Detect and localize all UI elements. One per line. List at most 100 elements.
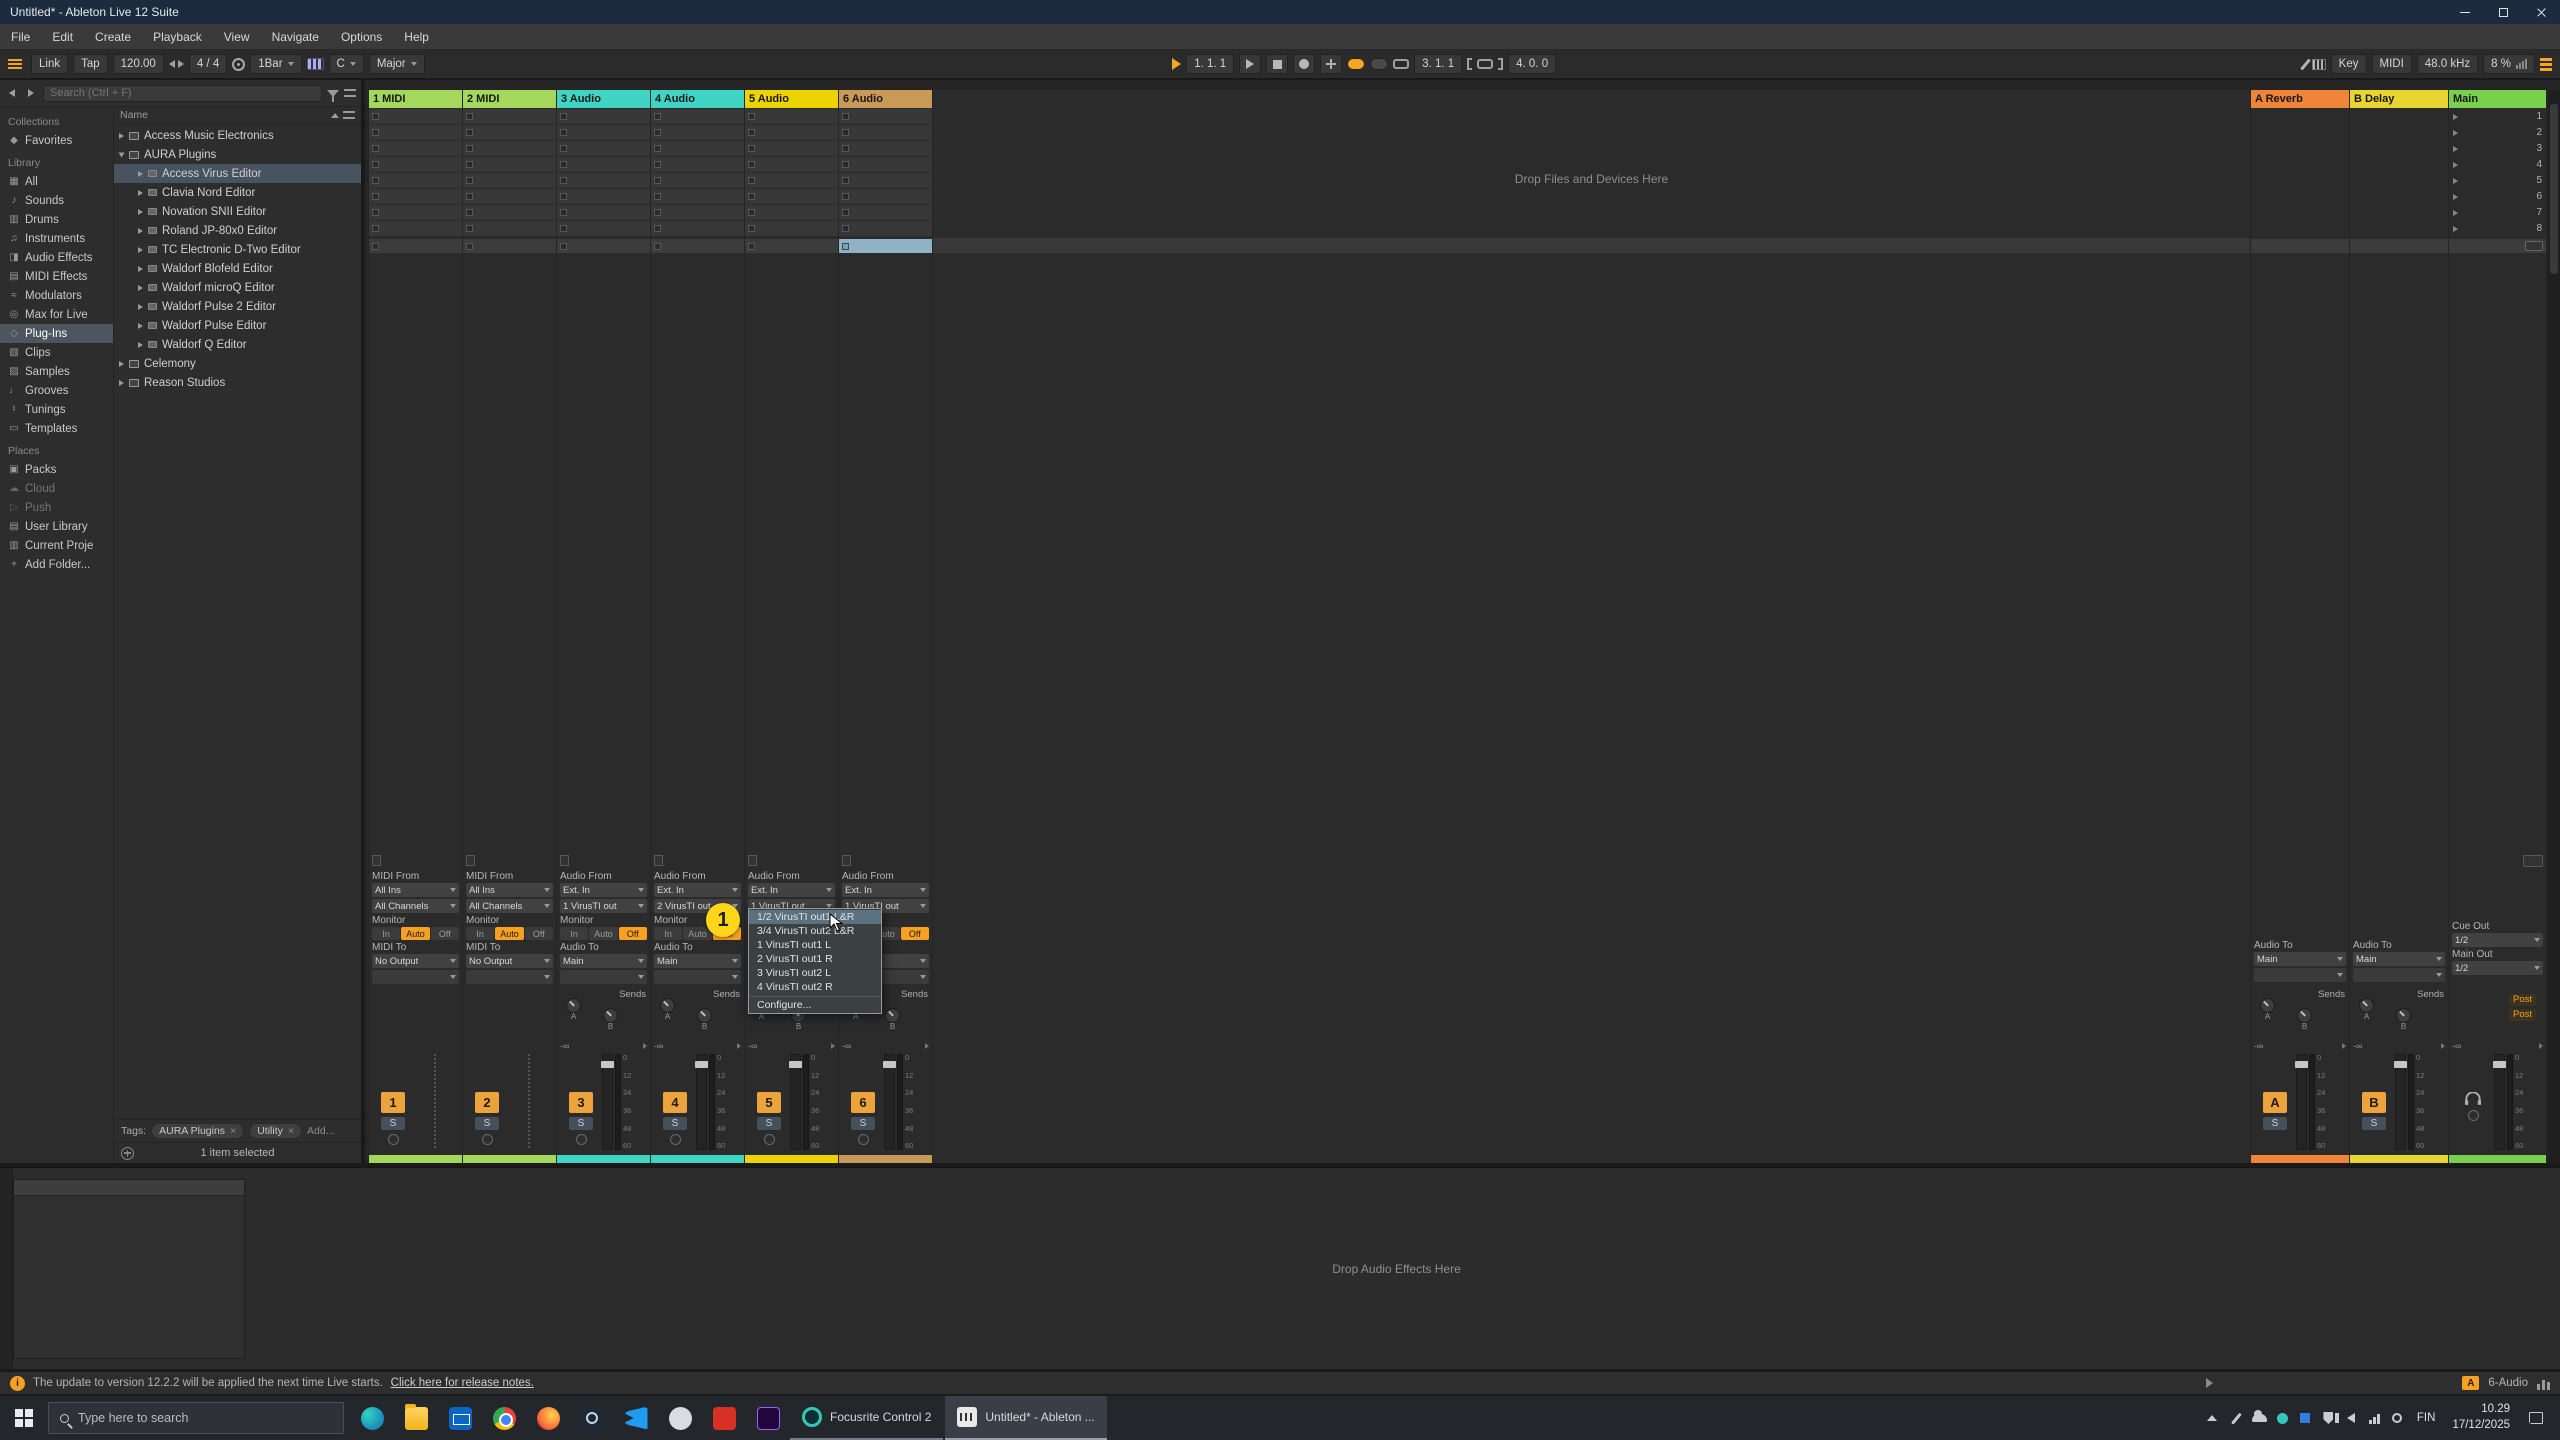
monitor-auto-button[interactable]: Auto [683, 927, 711, 940]
device-view-selector-rail[interactable] [0, 1168, 13, 1369]
send-a-post-toggle[interactable]: Post [2509, 994, 2536, 1006]
send-a-knob[interactable] [2260, 998, 2275, 1013]
scene-play-icon[interactable] [2453, 146, 2458, 152]
clip-slot[interactable] [651, 125, 744, 140]
tree-item[interactable]: Access Virus Editor [114, 164, 361, 183]
sidebar-item-library[interactable]: ◇ Plug-Ins [0, 324, 113, 343]
arrangement-position-field[interactable]: 1. 1. 1 [1186, 54, 1234, 74]
menu-item[interactable]: Options [330, 24, 393, 49]
selected-scene-slot[interactable] [463, 239, 556, 253]
expand-triangle-icon[interactable] [138, 209, 143, 215]
clip-slot[interactable] [369, 221, 462, 236]
selected-scene-slot[interactable] [557, 239, 650, 253]
browser-back-button[interactable] [5, 85, 19, 101]
track-activator-button[interactable]: 5 [757, 1092, 781, 1113]
return-track-header[interactable]: B Delay [2350, 90, 2448, 108]
fader-handle[interactable] [601, 1061, 614, 1068]
sidebar-item-library[interactable]: ♫ Instruments [0, 229, 113, 248]
track-activator-button[interactable]: 6 [851, 1092, 875, 1113]
scene-row[interactable]: 7 [2449, 205, 2546, 220]
sidebar-item-library[interactable]: ▦ All [0, 172, 113, 191]
send-b-post-toggle[interactable]: Post [2509, 1009, 2536, 1021]
monitor-off-button[interactable]: Off [901, 927, 929, 940]
volume-tray-icon[interactable] [2340, 1396, 2363, 1440]
menu-item[interactable]: Create [84, 24, 142, 49]
sidebar-item-collection[interactable]: ◆ Favorites [0, 131, 113, 150]
stop-all-clips-button[interactable] [2525, 241, 2543, 251]
arm-button[interactable] [858, 1134, 869, 1145]
clip-slot[interactable] [463, 221, 556, 236]
menu-item[interactable]: Playback [142, 24, 213, 49]
remove-tag-icon[interactable]: × [288, 1125, 294, 1137]
menu-item[interactable]: Navigate [261, 24, 330, 49]
expand-triangle-icon[interactable] [138, 304, 143, 310]
metronome-icon[interactable] [232, 58, 245, 71]
scene-play-icon[interactable] [2453, 114, 2458, 120]
expand-triangle-icon[interactable] [138, 171, 143, 177]
output-type-chooser[interactable]: Main [2254, 952, 2346, 966]
track-header[interactable]: 3 Audio [557, 90, 650, 108]
output-type-chooser[interactable]: No Output [466, 954, 553, 968]
menu-option[interactable]: 3 VirusTI out2 L [749, 966, 881, 980]
clock[interactable]: 10.29 17/12/2025 [2443, 1402, 2519, 1433]
volume-fader[interactable] [790, 1054, 801, 1150]
automation-arm-button[interactable] [1370, 58, 1388, 70]
tree-item[interactable]: Waldorf Q Editor [114, 335, 361, 354]
volume-fader[interactable] [884, 1054, 895, 1150]
main-volume-fader[interactable] [2494, 1054, 2505, 1150]
expand-triangle-icon[interactable] [119, 133, 124, 139]
file-explorer-icon[interactable] [394, 1396, 438, 1440]
fader-handle[interactable] [789, 1061, 802, 1068]
sidebar-item-library[interactable]: ♪ Sounds [0, 191, 113, 210]
scene-play-icon[interactable] [2453, 162, 2458, 168]
scene-play-icon[interactable] [2453, 210, 2458, 216]
send-a-knob[interactable] [660, 998, 675, 1013]
clip-slot[interactable] [745, 109, 838, 124]
fader-handle[interactable] [2394, 1061, 2407, 1068]
clip-slot[interactable] [369, 109, 462, 124]
clip-slot[interactable] [463, 125, 556, 140]
solo-button[interactable]: S [569, 1117, 593, 1130]
output-type-chooser[interactable]: Main [654, 954, 741, 968]
fader-handle[interactable] [2493, 1061, 2506, 1068]
menu-option[interactable]: 1/2 VirusTI out1 L&R [749, 910, 881, 924]
sidebar-item-library[interactable]: ▥ Drums [0, 210, 113, 229]
play-button[interactable] [1239, 54, 1261, 74]
scene-row[interactable]: 8 [2449, 221, 2546, 236]
tempo-field[interactable]: 120.00 [113, 54, 164, 74]
solo-button[interactable]: S [381, 1117, 405, 1130]
scene-row[interactable]: 5 [2449, 173, 2546, 188]
fader-handle[interactable] [2295, 1061, 2308, 1068]
cue-out-chooser[interactable]: 1/2 [2452, 933, 2543, 947]
menu-option[interactable]: 2 VirusTI out1 R [749, 952, 881, 966]
return-track-header[interactable]: A Reverb [2251, 90, 2349, 108]
language-indicator[interactable]: FIN [2409, 1412, 2444, 1424]
scrollbar-thumb[interactable] [2550, 104, 2558, 274]
sidebar-item-library[interactable]: ▭ Templates [0, 419, 113, 438]
volume-fader[interactable] [696, 1054, 707, 1150]
loop-brackets-icon[interactable] [1477, 59, 1493, 69]
expand-triangle-icon[interactable] [119, 380, 124, 386]
clip-slot[interactable] [463, 173, 556, 188]
menu-option[interactable]: 3/4 VirusTI out2 L&R [749, 924, 881, 938]
record-button[interactable] [1293, 54, 1315, 74]
selected-scene-slot[interactable] [745, 239, 838, 253]
solo-button[interactable]: S [475, 1117, 499, 1130]
follow-button[interactable] [1172, 58, 1181, 70]
clip-slot[interactable] [745, 157, 838, 172]
expand-triangle-icon[interactable] [138, 342, 143, 348]
clip-slot[interactable] [651, 221, 744, 236]
clip-slot[interactable] [651, 189, 744, 204]
arm-button[interactable] [388, 1134, 399, 1145]
monitor-auto-button[interactable]: Auto [589, 927, 617, 940]
clip-slot[interactable] [557, 141, 650, 156]
minimize-button[interactable] [2446, 0, 2484, 24]
expand-triangle-icon[interactable] [138, 285, 143, 291]
update-tray-icon[interactable] [2386, 1396, 2409, 1440]
output-type-chooser[interactable]: Main [2353, 952, 2445, 966]
back-to-arrangement-button[interactable] [2523, 855, 2543, 867]
sidebar-item-library[interactable]: ▤ MIDI Effects [0, 267, 113, 286]
link-button[interactable]: Link [31, 54, 68, 74]
monitor-off-button[interactable]: Off [431, 927, 459, 940]
clip-slot[interactable] [557, 157, 650, 172]
